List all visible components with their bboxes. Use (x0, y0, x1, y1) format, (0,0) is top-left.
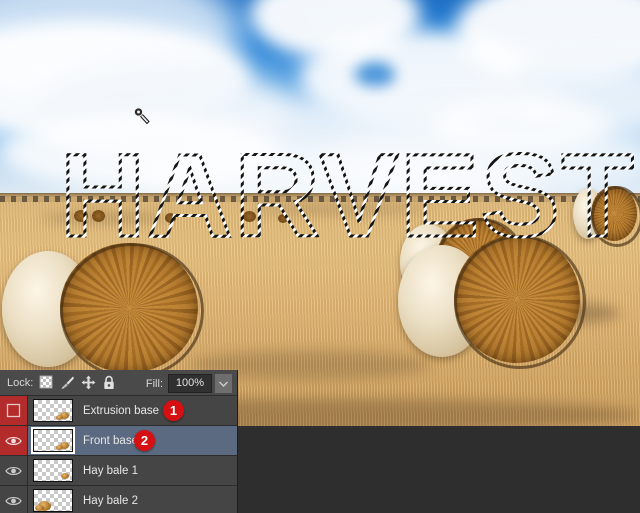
hay-bale-right (398, 235, 586, 369)
layer-row[interactable]: Hay bale 2 (0, 486, 237, 513)
lock-label: Lock: (7, 376, 34, 389)
layer-thumbnail[interactable] (33, 399, 73, 422)
layer-visibility-toggle[interactable] (0, 426, 28, 455)
layer-name: Hay bale 1 (83, 464, 138, 477)
field-shadow (250, 206, 430, 213)
distant-hay-bale (278, 214, 288, 223)
layer-thumbnail[interactable] (31, 427, 75, 454)
fill-dropdown-chevron-down-icon[interactable] (214, 373, 233, 394)
field-shadow (40, 214, 170, 222)
layer-visibility-toggle[interactable] (0, 456, 28, 485)
lock-position-move-icon[interactable] (81, 375, 97, 391)
distant-hay-bale (74, 210, 88, 222)
hay-bale-far-right (573, 186, 640, 247)
screenshot-root: HARVEST Lock: (0, 0, 640, 513)
eye-icon (5, 466, 22, 475)
layer-row[interactable]: Front base 2 (0, 426, 237, 456)
lock-image-pixels-brush-icon[interactable] (60, 375, 76, 391)
lock-toolbar[interactable]: Lock: Fill: 100% (0, 370, 237, 396)
layer-name: Hay bale 2 (83, 494, 138, 507)
layer-thumbnail[interactable] (33, 459, 73, 482)
layer-thumbnail[interactable] (33, 489, 73, 512)
fill-value-input[interactable]: 100% (168, 374, 212, 393)
layer-row[interactable]: Extrusion base 1 (0, 396, 237, 426)
eye-icon (5, 436, 22, 445)
sky-gap (355, 62, 395, 88)
hidden-square-icon (6, 403, 21, 418)
layer-visibility-toggle[interactable] (0, 396, 28, 425)
distant-hay-bale (243, 211, 256, 222)
distant-hay-bale (165, 213, 176, 223)
image-canvas[interactable]: HARVEST (0, 0, 640, 426)
hay-bale-left (2, 243, 204, 379)
magic-wand-cursor (133, 107, 150, 125)
distant-hay-bale (92, 210, 105, 222)
layers-panel[interactable]: Lock: Fill: 100% Extrusion base 1 Front … (0, 370, 238, 513)
layer-name: Extrusion base (83, 404, 160, 417)
fill-label: Fill: (145, 377, 163, 390)
lock-all-padlock-icon[interactable] (102, 375, 118, 391)
layer-visibility-toggle[interactable] (0, 486, 28, 513)
fill-control-group[interactable]: Fill: 100% (146, 373, 233, 394)
callout-badge-2: 2 (134, 430, 155, 451)
eye-icon (5, 496, 22, 505)
callout-badge-1: 1 (163, 400, 184, 421)
lock-transparent-pixels-icon[interactable] (39, 375, 55, 391)
cloud (430, 95, 610, 155)
layer-row[interactable]: Hay bale 1 (0, 456, 237, 486)
layer-name: Front base (83, 434, 138, 447)
